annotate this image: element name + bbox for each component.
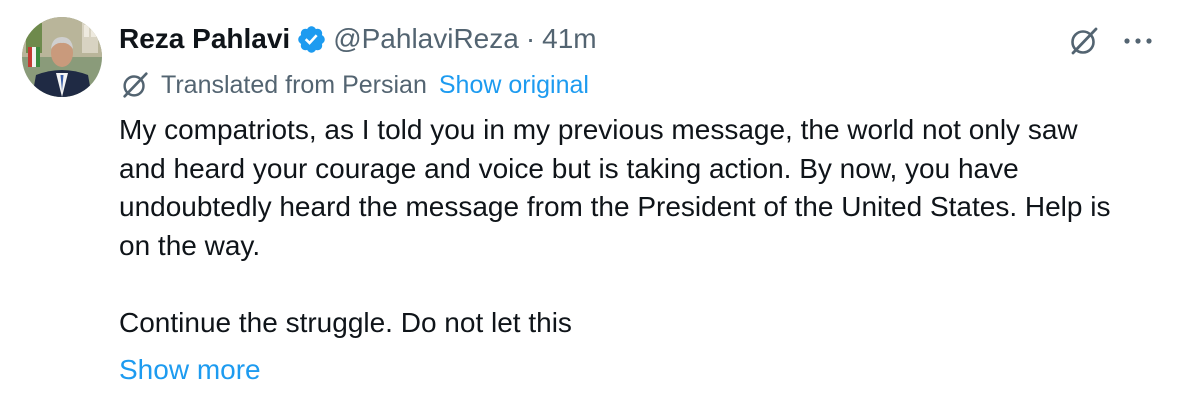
translated-from-label: Translated from Persian [161, 70, 427, 99]
avatar[interactable] [22, 17, 102, 97]
show-more-link[interactable]: Show more [119, 351, 261, 389]
more-horizontal-icon [1124, 38, 1152, 44]
handle[interactable]: @PahlaviReza [333, 19, 519, 59]
tweet[interactable]: Reza Pahlavi @PahlaviReza · 41m Translat… [0, 0, 1177, 407]
grok-button[interactable] [1064, 21, 1104, 61]
translation-row: Translated from Persian Show original [119, 67, 589, 103]
verified-badge-icon[interactable] [296, 24, 327, 55]
tweet-paragraph-2: Continue the struggle. Do not let this [119, 306, 572, 338]
tweet-paragraph-1: My compatriots, as I told you in my prev… [119, 114, 1111, 261]
grok-translate-icon [119, 69, 151, 101]
more-button[interactable] [1118, 21, 1158, 61]
timestamp[interactable]: 41m [542, 19, 596, 59]
grok-slash-circle-icon [1071, 27, 1098, 55]
separator-dot: · [525, 23, 536, 54]
show-original-link[interactable]: Show original [439, 71, 589, 100]
tweet-header: Reza Pahlavi @PahlaviReza · 41m [119, 19, 597, 59]
tweet-text: My compatriots, as I told you in my prev… [119, 111, 1129, 342]
avatar-photo [22, 17, 102, 97]
display-name[interactable]: Reza Pahlavi [119, 19, 290, 59]
